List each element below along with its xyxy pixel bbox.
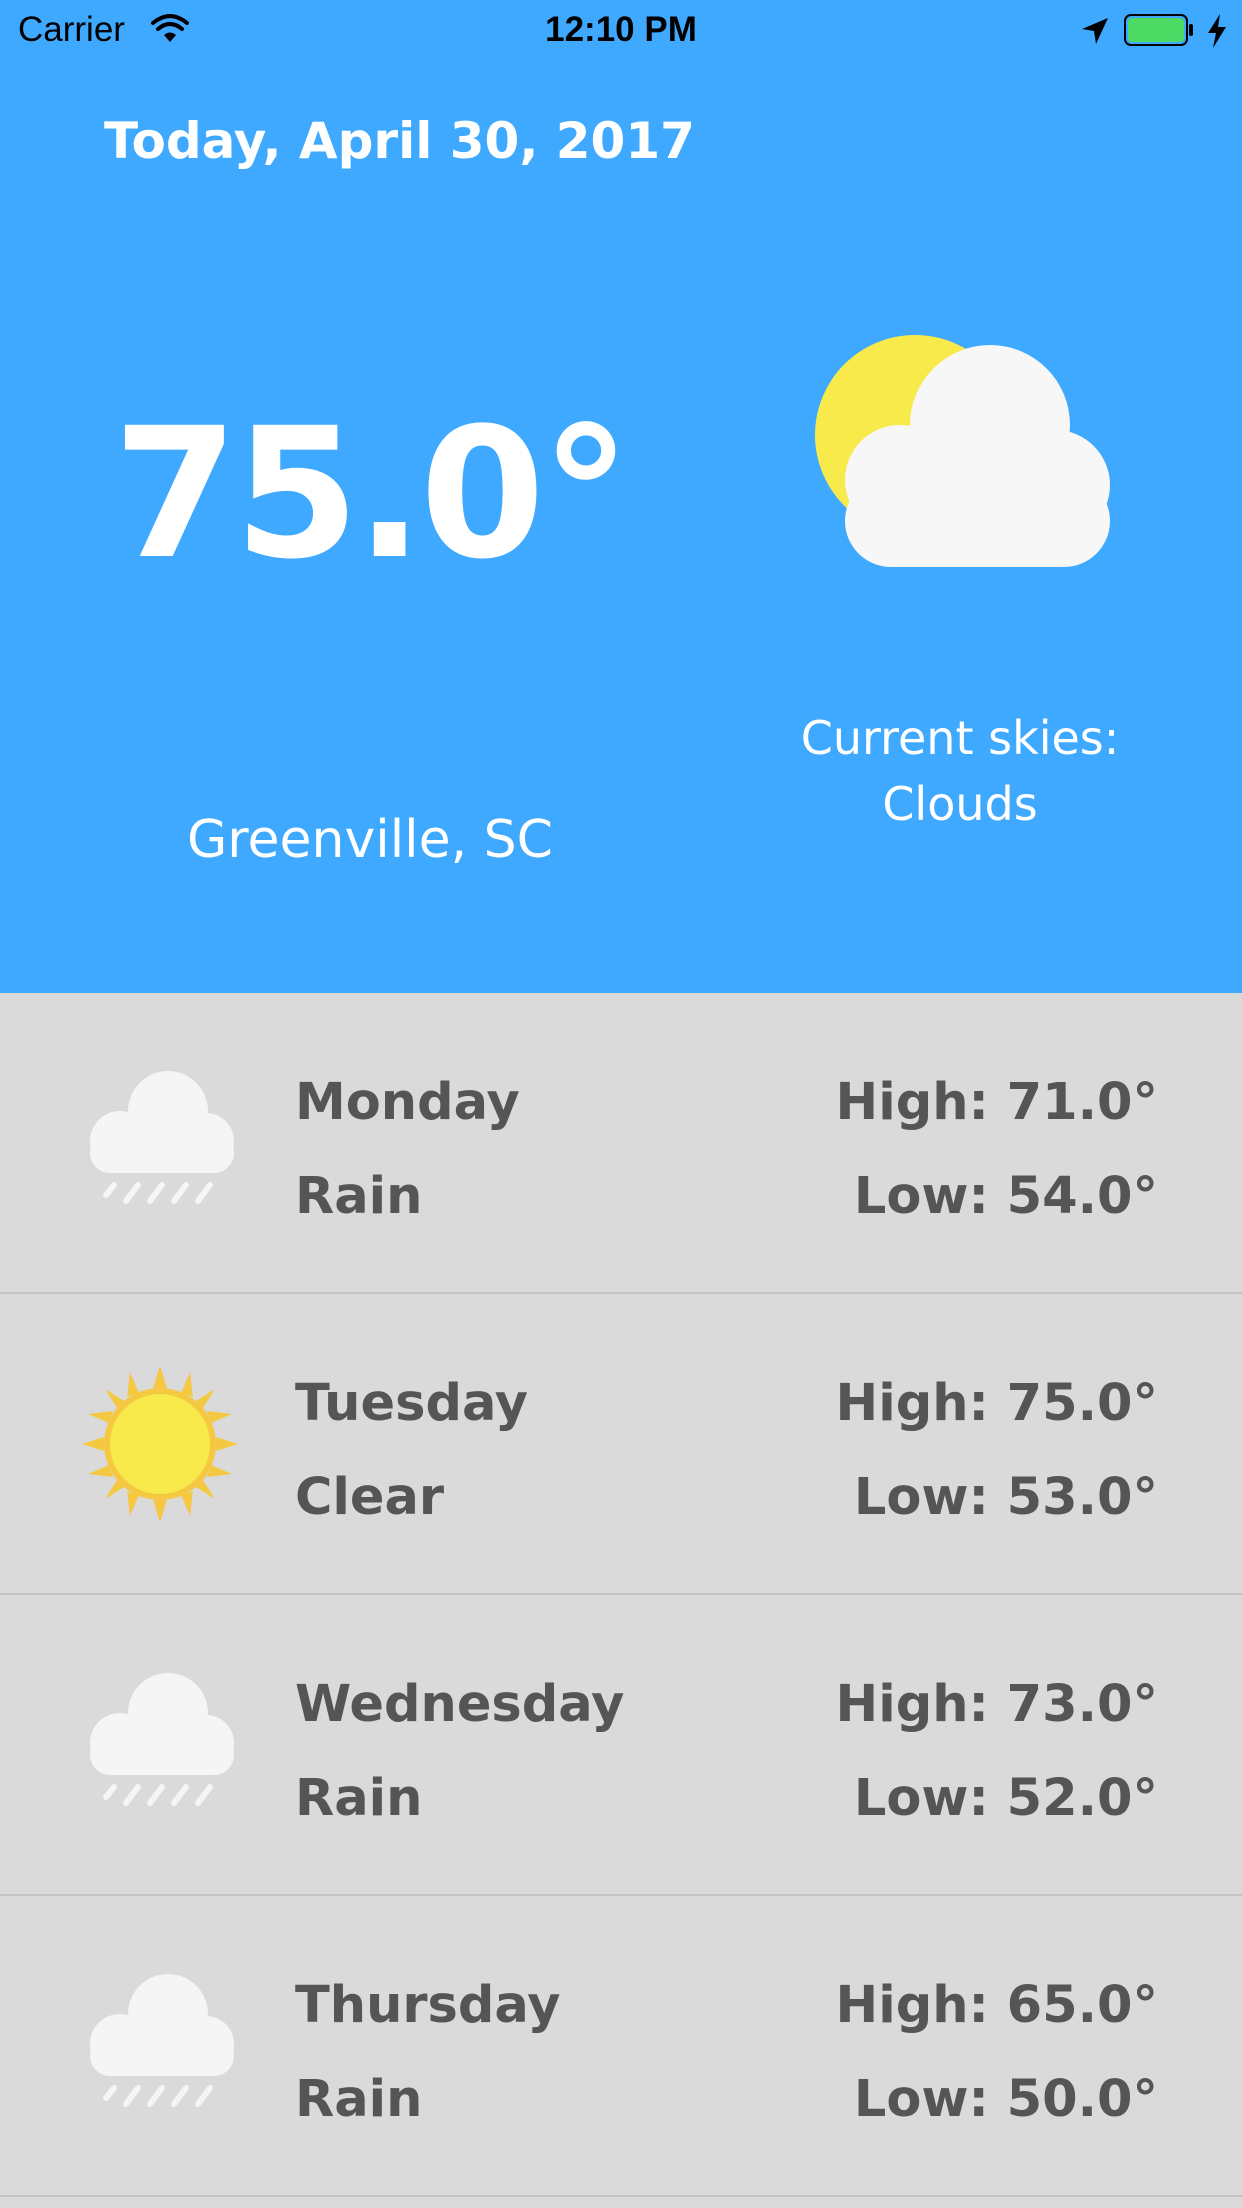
status-time: 12:10 PM [545,10,697,49]
rain-cloud-icon [90,1071,234,1204]
sun-icon [82,1366,238,1522]
current-date: Today, April 30, 2017 [104,112,695,170]
skies-value: Clouds [882,777,1038,831]
forecast-high: High: 73.0° [835,1675,1158,1734]
rain-cloud-icon [90,1673,234,1806]
partly-cloudy-icon [815,335,1110,567]
forecast-row-monday[interactable]: Monday Rain High: 71.0° Low: 54.0° [0,993,1242,1294]
forecast-row-tuesday[interactable]: Tuesday Clear High: 75.0° Low: 53.0° [0,1294,1242,1595]
forecast-low: Low: 50.0° [853,2070,1158,2129]
charging-bolt-icon [1208,14,1226,48]
forecast-high: High: 65.0° [835,1976,1158,2035]
status-bar: Carrier 12:10 PM [0,0,1242,62]
rain-cloud-icon [90,1974,234,2107]
forecast-condition: Rain [295,1167,423,1226]
forecast-condition: Rain [295,1769,423,1828]
forecast-list[interactable]: Monday Rain High: 71.0° Low: 54.0° Tuesd… [0,993,1242,2197]
current-temperature: 75.0° [112,390,631,599]
city-name: Greenville, SC [187,810,553,870]
current-weather-panel: Carrier 12:10 PM Today, April 30, 2017 7… [0,0,1242,993]
forecast-low: Low: 54.0° [853,1167,1158,1226]
forecast-day: Monday [295,1073,520,1132]
battery-icon [1124,14,1193,46]
forecast-row-wednesday[interactable]: Wednesday Rain High: 73.0° Low: 52.0° [0,1595,1242,1896]
forecast-day: Wednesday [295,1675,625,1734]
forecast-low: Low: 53.0° [853,1468,1158,1527]
location-arrow-icon [1082,18,1108,44]
forecast-day: Tuesday [295,1374,529,1433]
forecast-row-thursday[interactable]: Thursday Rain High: 65.0° Low: 50.0° [0,1896,1242,2197]
forecast-condition: Rain [295,2070,423,2129]
forecast-condition: Clear [295,1468,445,1527]
forecast-high: High: 75.0° [835,1374,1158,1433]
forecast-day: Thursday [295,1976,561,2035]
forecast-high: High: 71.0° [835,1073,1158,1132]
skies-label: Current skies: [800,711,1120,765]
current-skies: Current skies: Clouds [770,705,1150,837]
forecast-low: Low: 52.0° [853,1769,1158,1828]
